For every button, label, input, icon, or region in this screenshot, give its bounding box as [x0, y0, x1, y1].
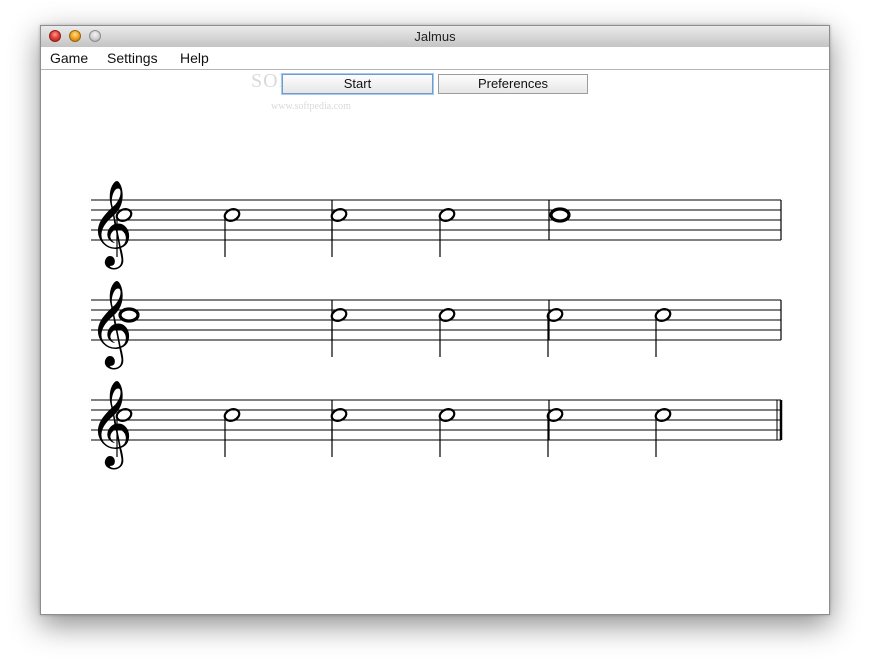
window-title: Jalmus	[414, 29, 456, 44]
half-note-head	[330, 308, 348, 322]
whole-note	[549, 207, 571, 223]
half-note-head	[654, 308, 672, 322]
half-note-head	[330, 208, 348, 222]
half-note-head	[438, 308, 456, 322]
music-score: 𝄞 𝄞 𝄞	[89, 180, 783, 470]
half-note-head	[654, 408, 672, 422]
half-note-head	[330, 408, 348, 422]
title-bar[interactable]: Jalmus	[41, 26, 829, 48]
half-note-head	[438, 408, 456, 422]
menu-game[interactable]: Game	[50, 47, 88, 69]
treble-clef: 𝄞	[89, 280, 133, 370]
menu-settings[interactable]: Settings	[107, 47, 158, 69]
treble-clef: 𝄞	[89, 380, 133, 470]
menu-bar: Game Settings Help	[41, 47, 829, 70]
half-note-head	[223, 408, 241, 422]
app-window: Jalmus Game Settings Help SOFTPEDIA www.…	[40, 25, 830, 615]
half-note-head	[223, 208, 241, 222]
treble-clef: 𝄞	[89, 180, 133, 270]
half-note-head	[438, 208, 456, 222]
menu-help[interactable]: Help	[180, 47, 209, 69]
